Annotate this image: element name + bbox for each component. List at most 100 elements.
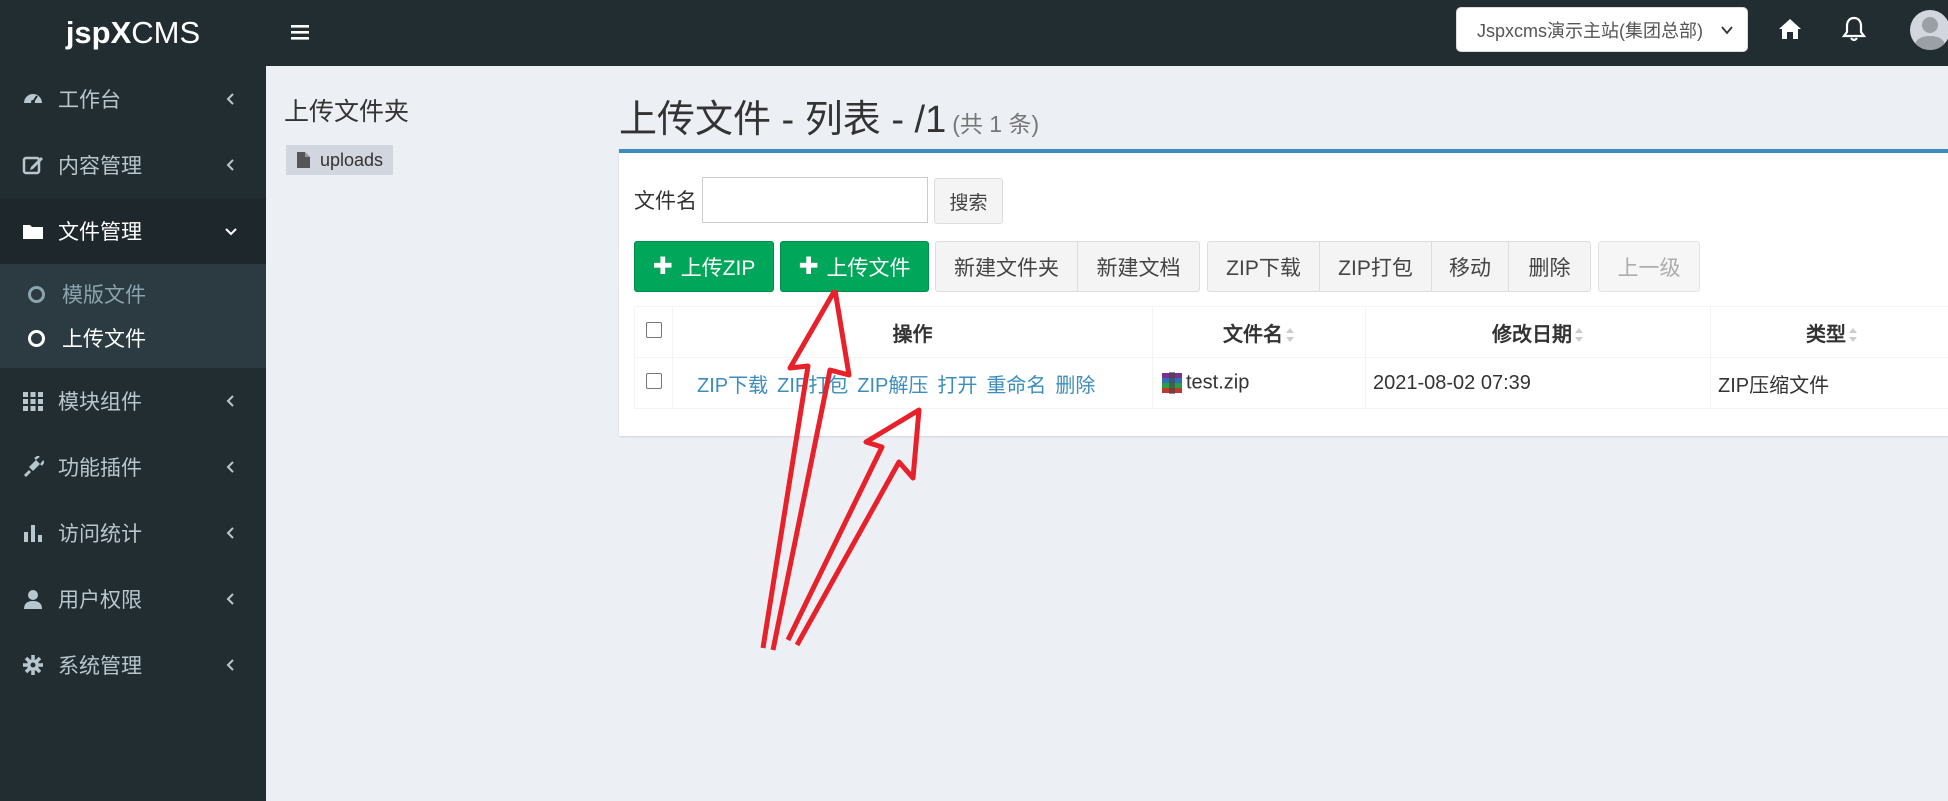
annotation-arrow-right-icon <box>785 407 922 647</box>
column-header-actions: 操作 <box>672 306 1153 358</box>
row-checkbox[interactable] <box>645 372 662 389</box>
zip-download-link[interactable]: ZIP下载 <box>697 375 768 397</box>
row-actions-cell: ZIP下载 ZIP打包 ZIP解压 打开 重命名 删除 <box>672 357 1153 409</box>
dashboard-icon <box>22 88 44 110</box>
column-header-type[interactable]: 类型 <box>1710 306 1948 358</box>
tree-node-uploads[interactable]: uploads <box>286 145 394 175</box>
upload-file-button[interactable]: ✚ 上传文件 <box>780 241 929 292</box>
select-all-checkbox[interactable] <box>645 321 662 338</box>
file-table: 操作 文件名 修改日期 类型 ZIP下载 ZIP打包 ZIP解压 打开 重命名 删除 <box>634 306 1948 409</box>
sort-icon <box>1286 328 1294 343</box>
chevron-left-icon <box>226 395 234 407</box>
sidebar: jspX CMS 工作台 内容管理 文件管理 模版文件 上传文件 模块组件 功能… <box>0 0 266 801</box>
tree-title: 上传文件夹 <box>284 98 410 126</box>
column-header-filename[interactable]: 文件名 <box>1152 306 1366 358</box>
sidebar-subitem-upload-files[interactable]: 上传文件 <box>0 316 266 360</box>
delete-button[interactable]: 删除 <box>1508 241 1591 292</box>
page-title: 上传文件 - 列表 - /1 (共 1 条) <box>619 88 1039 143</box>
chevron-left-icon <box>226 593 234 605</box>
chevron-down-icon <box>1721 26 1733 35</box>
filename-text[interactable]: test.zip <box>1186 371 1249 393</box>
sidebar-item-label: 文件管理 <box>58 221 142 244</box>
column-label: 文件名 <box>1223 323 1283 346</box>
user-icon <box>22 588 44 610</box>
column-label: 操作 <box>892 323 933 346</box>
chevron-down-icon <box>225 228 237 236</box>
upload-file-label: 上传文件 <box>826 256 911 280</box>
rename-link[interactable]: 重命名 <box>986 375 1046 397</box>
site-select-value: Jspxcms演示主站(集团总部) <box>1477 20 1703 41</box>
open-link[interactable]: 打开 <box>937 375 977 397</box>
sidebar-item-user-permissions[interactable]: 用户权限 <box>0 566 266 632</box>
column-label: 类型 <box>1806 323 1846 346</box>
filename-search-input[interactable] <box>702 177 928 223</box>
column-header-modified[interactable]: 修改日期 <box>1365 306 1711 358</box>
sidebar-item-file-management[interactable]: 文件管理 <box>0 198 266 264</box>
sidebar-subitem-label: 模版文件 <box>62 284 146 307</box>
row-type-cell: ZIP压缩文件 <box>1710 357 1948 409</box>
sidebar-item-content[interactable]: 内容管理 <box>0 132 266 198</box>
zip-archive-icon <box>1162 372 1182 394</box>
table-header-row: 操作 文件名 修改日期 类型 <box>634 306 1948 358</box>
row-select-cell <box>634 357 673 409</box>
user-avatar[interactable] <box>1910 10 1948 50</box>
plug-icon <box>22 456 44 478</box>
sidebar-subitem-label: 上传文件 <box>62 328 146 351</box>
search-button[interactable]: 搜索 <box>934 178 1003 224</box>
sidebar-item-label: 内容管理 <box>58 155 142 178</box>
zip-download-button[interactable]: ZIP下载 <box>1207 241 1320 292</box>
file-list-box: 文件名 搜索 ✚ 上传ZIP ✚ 上传文件 新建文件夹 新建文档 ZIP下载 ZIP… <box>619 149 1948 436</box>
sidebar-item-statistics[interactable]: 访问统计 <box>0 500 266 566</box>
sidebar-item-system[interactable]: 系统管理 <box>0 632 266 698</box>
upload-zip-button[interactable]: ✚ 上传ZIP <box>634 241 774 292</box>
app-logo[interactable]: jspX CMS <box>0 0 266 66</box>
delete-link[interactable]: 删除 <box>1055 375 1095 397</box>
search-label: 文件名 <box>634 190 697 213</box>
sort-icon <box>1575 328 1583 343</box>
bell-icon[interactable] <box>1840 15 1868 43</box>
site-select[interactable]: Jspxcms演示主站(集团总部) <box>1456 7 1748 52</box>
top-header: Jspxcms演示主站(集团总部) <box>266 0 1948 66</box>
sidebar-item-dashboard[interactable]: 工作台 <box>0 66 266 132</box>
column-label: 修改日期 <box>1492 323 1572 346</box>
plus-icon: ✚ <box>652 253 673 280</box>
upload-zip-label: 上传ZIP <box>680 256 756 280</box>
zip-pack-button[interactable]: ZIP打包 <box>1319 241 1432 292</box>
move-button[interactable]: 移动 <box>1431 241 1509 292</box>
chevron-left-icon <box>226 159 234 171</box>
chevron-left-icon <box>226 527 234 539</box>
folder-tree-panel: 上传文件夹 uploads <box>266 66 606 801</box>
zip-pack-link[interactable]: ZIP打包 <box>777 375 848 397</box>
chevron-left-icon <box>226 659 234 671</box>
record-count: (共 1 条) <box>952 111 1040 137</box>
sidebar-item-label: 模块组件 <box>58 391 142 414</box>
up-level-button[interactable]: 上一级 <box>1598 241 1700 292</box>
sidebar-item-label: 工作台 <box>58 89 121 112</box>
home-icon[interactable] <box>1776 15 1804 43</box>
sort-icon <box>1849 328 1857 343</box>
edit-icon <box>22 154 44 176</box>
logo-thin-text: CMS <box>131 15 201 50</box>
row-filename-cell: test.zip <box>1152 357 1366 409</box>
sidebar-subitem-template-files[interactable]: 模版文件 <box>0 272 266 316</box>
row-modified-cell: 2021-08-02 07:39 <box>1365 357 1711 409</box>
gear-icon <box>22 654 44 676</box>
plus-icon: ✚ <box>798 253 819 280</box>
circle-icon <box>28 329 45 347</box>
sidebar-item-label: 用户权限 <box>58 589 142 612</box>
sidebar-item-label: 功能插件 <box>58 457 142 480</box>
new-document-button[interactable]: 新建文档 <box>1077 241 1200 292</box>
grid-icon <box>22 390 44 412</box>
table-row: ZIP下载 ZIP打包 ZIP解压 打开 重命名 删除 test.zip 2021-08-… <box>634 357 1948 409</box>
sidebar-item-plugins[interactable]: 功能插件 <box>0 434 266 500</box>
zip-extract-link[interactable]: ZIP解压 <box>857 375 928 397</box>
logo-bold-text: jspX <box>65 15 132 50</box>
menu-toggle-icon[interactable] <box>288 20 312 44</box>
new-folder-button[interactable]: 新建文件夹 <box>935 241 1078 292</box>
chevron-left-icon <box>226 461 234 473</box>
sidebar-item-modules[interactable]: 模块组件 <box>0 368 266 434</box>
tree-node-label: uploads <box>320 149 384 170</box>
bar-chart-icon <box>22 522 44 544</box>
folder-icon <box>22 220 44 242</box>
file-icon <box>297 152 310 168</box>
